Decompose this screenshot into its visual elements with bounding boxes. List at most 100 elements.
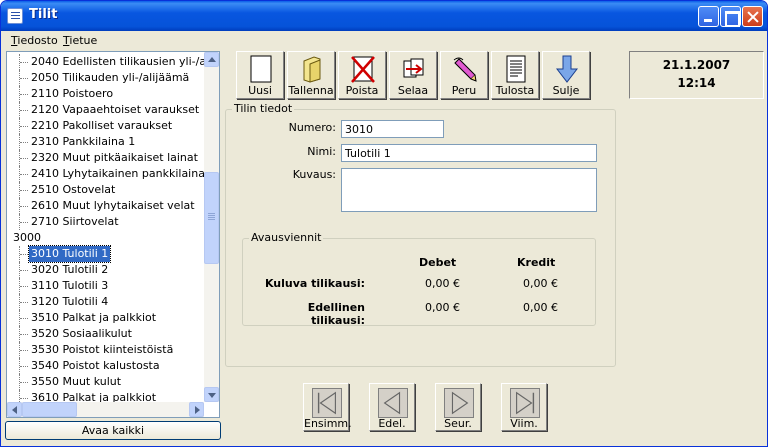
- scroll-left-button[interactable]: [7, 402, 22, 417]
- tree-item[interactable]: 2710 Siirtovelat: [7, 214, 207, 230]
- tree-item[interactable]: 3020 Tulotili 2: [7, 262, 207, 278]
- previous-period-debet: 0,00 €: [425, 301, 460, 314]
- expand-all-button[interactable]: Avaa kaikki: [5, 421, 221, 440]
- tree-connector-lines: [14, 182, 28, 198]
- tree-item[interactable]: 3510 Palkat ja palkkiot: [7, 310, 207, 326]
- tree-item-label: 2510 Ostovelat: [31, 183, 116, 196]
- tree-item[interactable]: 3110 Tulotili 3: [7, 278, 207, 294]
- tree-item[interactable]: 2410 Lyhytaikainen pankkilaina: [7, 166, 207, 182]
- tree-connector-lines: [14, 374, 28, 390]
- current-time: 12:14: [677, 76, 716, 90]
- tree-item-label: 2710 Siirtovelat: [31, 215, 119, 228]
- current-period-kredit: 0,00 €: [523, 277, 558, 290]
- next-record-icon: [444, 388, 474, 418]
- tree-item-label: 2210 Pakolliset varaukset: [31, 119, 173, 132]
- tree-item[interactable]: 2210 Pakolliset varaukset: [7, 118, 207, 134]
- first-record-button[interactable]: Ensimm.: [303, 383, 352, 431]
- close-arrow-down-icon: [555, 55, 579, 83]
- tree-item-label: 3020 Tulotili 2: [31, 263, 109, 276]
- number-field[interactable]: 3010: [341, 120, 444, 138]
- tree-connector-lines: [14, 198, 28, 214]
- menu-tiedosto[interactable]: Tiedosto: [11, 34, 58, 47]
- account-info-title: Tilin tiedot: [232, 102, 295, 115]
- previous-record-button[interactable]: Edel.: [369, 383, 415, 431]
- tree-item-label: 2110 Poistoero: [31, 87, 114, 100]
- tree-item[interactable]: 2610 Muut lyhytaikaiset velat: [7, 198, 207, 214]
- window-title: Tilit: [29, 7, 58, 22]
- last-record-button[interactable]: Viim.: [501, 383, 547, 431]
- scroll-down-button[interactable]: [204, 387, 219, 402]
- tree-item-label: 2320 Muut pitkäaikaiset lainat: [31, 151, 198, 164]
- new-button[interactable]: Uusi: [236, 51, 284, 99]
- previous-period-label: Edellinen tilikausi:: [307, 301, 365, 327]
- tree-item[interactable]: 2510 Ostovelat: [7, 182, 207, 198]
- tree-item[interactable]: 2050 Tilikauden yli-/alijäämä: [7, 70, 207, 86]
- current-period-label: Kuluva tilikausi:: [264, 277, 365, 290]
- vertical-scroll-thumb[interactable]: [204, 172, 219, 264]
- tree-connector-lines: [14, 214, 28, 230]
- tree-item[interactable]: 3540 Poistot kalustosta: [7, 358, 207, 374]
- current-period-debet: 0,00 €: [425, 277, 460, 290]
- previous-record-icon: [378, 388, 408, 418]
- tree-item[interactable]: 3520 Sosiaalikulut: [7, 326, 207, 342]
- save-folder-icon: [303, 56, 321, 83]
- tree-item[interactable]: 3530 Poistot kiinteistöistä: [7, 342, 207, 358]
- description-field[interactable]: [341, 168, 597, 212]
- name-field[interactable]: Tulotili 1: [341, 144, 597, 162]
- account-tree[interactable]: 2040 Edellisten tilikausien yli-/alijääm…: [6, 51, 220, 418]
- tree-item[interactable]: 2040 Edellisten tilikausien yli-/alijääm…: [7, 54, 219, 70]
- tree-connector-lines: [14, 118, 28, 134]
- new-page-icon: [250, 55, 272, 83]
- maximize-button[interactable]: [720, 6, 741, 27]
- tree-item-label: 3550 Muut kulut: [31, 375, 122, 388]
- tree-item-label: 3530 Poistot kiinteistöistä: [31, 343, 174, 356]
- app-icon: [7, 8, 23, 24]
- tree-item[interactable]: 2320 Muut pitkäaikaiset lainat: [7, 150, 207, 166]
- close-window-button[interactable]: [742, 6, 763, 27]
- name-label: Nimi:: [307, 145, 336, 158]
- print-button[interactable]: Tulosta: [491, 51, 539, 99]
- debet-header: Debet: [419, 256, 457, 269]
- tree-connector-lines: [14, 358, 28, 374]
- tree-connector-lines: [14, 310, 28, 326]
- menu-tietue[interactable]: Tietue: [63, 34, 97, 47]
- title-bar[interactable]: Tilit: [1, 1, 767, 31]
- undo-pencil-icon: [453, 57, 477, 82]
- tree-item-label: 3510 Palkat ja palkkiot: [31, 311, 157, 324]
- browse-button[interactable]: Selaa: [389, 51, 437, 99]
- scroll-up-button[interactable]: [204, 52, 219, 67]
- tree-connector-lines: [14, 54, 28, 70]
- tree-item[interactable]: 2310 Pankkilaina 1: [7, 134, 207, 150]
- save-button[interactable]: Tallenna: [287, 51, 335, 99]
- tree-item-label: 3520 Sosiaalikulut: [31, 327, 132, 340]
- tree-item-label: 3120 Tulotili 4: [31, 295, 109, 308]
- description-label: Kuvaus:: [292, 168, 336, 181]
- undo-button[interactable]: Peru: [440, 51, 488, 99]
- scroll-right-button[interactable]: [189, 402, 204, 417]
- tree-item[interactable]: 3000: [7, 230, 207, 246]
- tree-item-selected[interactable]: 3010 Tulotili 1: [7, 245, 207, 263]
- tree-item[interactable]: 3120 Tulotili 4: [7, 294, 207, 310]
- tree-connector-lines: [14, 294, 28, 310]
- tree-item[interactable]: 2110 Poistoero: [7, 86, 207, 102]
- tree-item[interactable]: 3550 Muut kulut: [7, 374, 207, 390]
- next-record-button[interactable]: Seur.: [435, 383, 481, 431]
- previous-period-kredit: 0,00 €: [523, 301, 558, 314]
- tree-item-label: 2050 Tilikauden yli-/alijäämä: [31, 71, 190, 84]
- print-document-icon: [506, 55, 526, 83]
- close-button[interactable]: Sulje: [542, 51, 590, 99]
- tree-item-label: 3540 Poistot kalustosta: [31, 359, 160, 372]
- minimize-button[interactable]: [698, 6, 719, 27]
- tree-item-label: 2410 Lyhytaikainen pankkilaina: [31, 167, 205, 180]
- first-record-icon: [312, 388, 342, 418]
- tree-item-label: 2310 Pankkilaina 1: [31, 135, 136, 148]
- accounts-window: Tilit Tiedosto Tietue 2040 Edellisten ti…: [0, 0, 768, 447]
- horizontal-scroll-thumb[interactable]: [22, 402, 77, 417]
- tree-horizontal-scrollbar[interactable]: [7, 402, 204, 417]
- browse-icon: [403, 58, 424, 78]
- tree-vertical-scrollbar[interactable]: [204, 52, 219, 402]
- delete-button[interactable]: Poista: [338, 51, 386, 99]
- tree-item[interactable]: 2120 Vapaaehtoiset varaukset: [7, 102, 207, 118]
- tree-connector-lines: [14, 278, 28, 294]
- tree-item-label: 3000: [13, 231, 41, 244]
